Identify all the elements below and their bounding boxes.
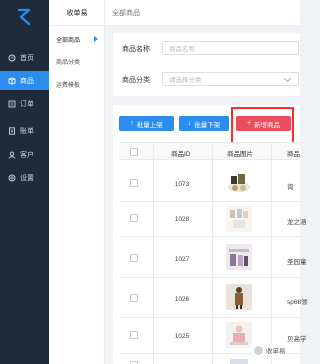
product-id: 1026 (174, 296, 190, 303)
product-icon (7, 76, 16, 85)
batch-on-shelf-label: 批量上架 (136, 121, 163, 129)
sidebar-item-label: 商品 (20, 77, 34, 85)
header: 全部商品 (105, 0, 300, 26)
caret-right-icon (94, 36, 98, 42)
product-id: 1028 (174, 216, 190, 223)
row-divider (119, 201, 300, 202)
column-header-id: 商品ID (171, 151, 191, 158)
subnav-item-shipping-template[interactable]: 运费模板 (49, 77, 105, 92)
secondary-sidebar: 收单易 全部商品 商品分类 运费模板 (49, 0, 105, 364)
subnav-item-all-products[interactable]: 全部商品 (49, 32, 105, 47)
row-divider (119, 317, 300, 318)
product-thumbnail (226, 284, 252, 310)
sidebar-item-label: 首页 (20, 54, 34, 62)
category-select[interactable]: 请选择分类 (162, 72, 299, 86)
product-name: 龙之涵 (287, 219, 307, 226)
row-checkbox[interactable] (130, 214, 138, 222)
sidebar-item-label: 账单 (20, 127, 34, 135)
column-divider (271, 142, 272, 364)
category-filter-label: 商品分类 (122, 77, 150, 84)
product-thumbnail (228, 174, 250, 192)
bill-icon (7, 126, 16, 135)
name-filter-label: 商品名称 (122, 46, 150, 53)
subnav-item-categories[interactable]: 商品分类 (49, 54, 105, 69)
subnav-item-label: 运费模板 (56, 83, 81, 89)
column-divider (212, 142, 213, 364)
product-id: 1027 (174, 256, 190, 263)
row-checkbox[interactable] (130, 331, 138, 339)
product-name: 询 (287, 184, 294, 191)
product-thumbnail (226, 322, 252, 348)
batch-off-shelf-label: 批量下架 (194, 121, 221, 129)
logo-icon (17, 8, 31, 26)
breadcrumb: 全部商品 (112, 9, 140, 17)
sidebar-item-bill[interactable]: 账单 (0, 121, 49, 140)
customer-icon (7, 150, 16, 159)
sidebar-item-order[interactable]: 订单 (0, 94, 49, 113)
sidebar-item-home[interactable]: 首页 (0, 48, 49, 67)
product-thumbnail (226, 206, 252, 232)
wechat-icon (254, 345, 263, 355)
product-name-placeholder: 商品名称 (169, 46, 195, 53)
product-thumbnail (230, 359, 248, 364)
category-placeholder: 请选择分类 (169, 77, 202, 84)
product-id: 1025 (174, 333, 190, 340)
sidebar-item-label: 订单 (20, 100, 34, 108)
filter-panel: 商品名称 商品名称 商品分类 请选择分类 (113, 33, 300, 96)
row-checkbox[interactable] (130, 179, 138, 187)
arrow-up-icon: ↑ (130, 120, 134, 127)
batch-on-shelf-button[interactable]: ↑ 批量上架 (119, 116, 174, 131)
sidebar-item-product[interactable]: 商品 (0, 71, 49, 90)
sidebar-item-label: 设置 (20, 174, 34, 182)
table-header (119, 142, 300, 160)
order-icon (7, 99, 16, 108)
row-divider (119, 277, 300, 278)
watermark: 收单易 (252, 344, 288, 356)
sidebar-item-customer[interactable]: 客户 (0, 145, 49, 164)
row-checkbox[interactable] (130, 254, 138, 262)
column-header-image: 商品图片 (227, 151, 253, 158)
product-thumbnail (226, 244, 252, 270)
row-checkbox[interactable] (130, 294, 138, 302)
sidebar-item-settings[interactable]: 设置 (0, 168, 49, 187)
arrow-down-icon: ↓ (187, 120, 192, 127)
subnav-item-label: 全部商品 (56, 38, 81, 44)
settings-icon (7, 173, 16, 182)
product-id: 1073 (174, 181, 190, 188)
chevron-down-icon (283, 74, 292, 83)
product-name-input[interactable]: 商品名称 (162, 41, 299, 55)
product-name: 圣园童 (287, 259, 307, 266)
sidebar-item-label: 客户 (20, 151, 34, 159)
column-divider (153, 142, 154, 364)
select-all-checkbox[interactable] (130, 148, 138, 156)
watermark-text: 收单易 (266, 348, 286, 355)
app-title: 收单易 (49, 0, 105, 26)
main-sidebar: 首页 商品 订单 账单 客户 设置 (0, 0, 49, 364)
home-icon (7, 53, 16, 62)
column-header-name: 商品 (287, 151, 300, 158)
row-divider (119, 236, 300, 237)
subnav-item-label: 商品分类 (56, 60, 81, 66)
highlight-box (231, 107, 294, 146)
product-name: 贝高学 (287, 336, 307, 343)
product-name: sp68领 (287, 299, 308, 306)
batch-off-shelf-button[interactable]: ↓ 批量下架 (179, 116, 229, 131)
